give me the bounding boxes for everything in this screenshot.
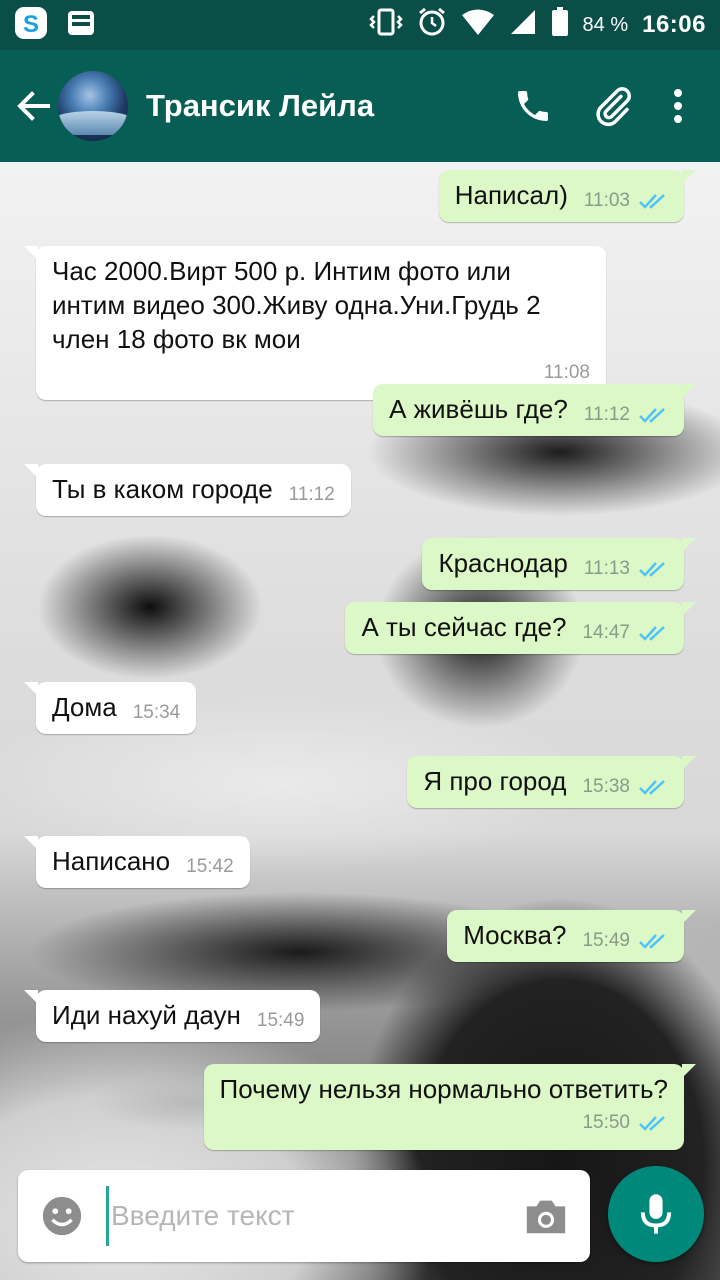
back-button[interactable]: [4, 71, 64, 141]
battery-percent: 84 %: [582, 13, 629, 36]
message-bubble-incoming[interactable]: Иди нахуй даун 15:49: [23, 990, 321, 1042]
message-input[interactable]: [106, 1186, 516, 1246]
message-time: 14:47: [582, 622, 630, 643]
message-composer: [18, 1170, 590, 1262]
inbox-notification-icon: [66, 8, 96, 43]
message-time: 15:49: [256, 1010, 305, 1031]
message-bubble-outgoing[interactable]: Краснодар 11:13: [422, 538, 696, 590]
message-time: 11:12: [288, 484, 335, 505]
message-time: 15:38: [582, 776, 630, 797]
message-text: Ты в каком городе: [52, 474, 273, 504]
message-bubble-incoming[interactable]: Ты в каком городе 11:12: [24, 464, 351, 516]
message-text: А ты сейчас где?: [361, 612, 567, 642]
camera-icon: [526, 1200, 566, 1234]
message-time: 15:42: [186, 856, 234, 877]
status-bar: S 84 % 16:06: [0, 0, 720, 50]
message-bubble-incoming[interactable]: Час 2000.Вирт 500 р. Интим фото или инти…: [24, 246, 606, 400]
vibrate-icon: [368, 8, 403, 42]
message-time: 15:50: [582, 1112, 630, 1133]
contact-name[interactable]: Трансик Лейла: [146, 88, 498, 124]
voice-record-button[interactable]: [608, 1166, 704, 1262]
message-text: Час 2000.Вирт 500 р. Интим фото или инти…: [52, 256, 541, 354]
message-bubble-outgoing[interactable]: А ты сейчас где? 14:47: [345, 602, 696, 654]
more-options-button[interactable]: [658, 71, 698, 141]
camera-button[interactable]: [516, 1186, 576, 1246]
arrow-left-icon: [17, 91, 50, 121]
message-text: А живёшь где?: [389, 394, 568, 424]
contact-avatar[interactable]: [58, 71, 128, 141]
cell-signal-icon: [509, 8, 537, 42]
call-button[interactable]: [498, 71, 568, 141]
message-text: Я про город: [423, 766, 567, 796]
more-vert-icon: [674, 89, 682, 123]
message-bubble-outgoing[interactable]: Написал) 11:03: [438, 170, 697, 222]
double-check-icon: [639, 1116, 665, 1131]
emoji-button[interactable]: [32, 1186, 92, 1246]
message-text: Москва?: [463, 920, 567, 950]
chat-toolbar: Трансик Лейла: [0, 50, 720, 162]
skype-notification-icon: S: [14, 6, 48, 45]
svg-text:S: S: [23, 11, 39, 38]
message-time: 11:12: [583, 404, 630, 425]
message-bubble-outgoing[interactable]: А живёшь где? 11:12: [373, 384, 696, 436]
microphone-icon: [640, 1194, 672, 1234]
message-time: 15:49: [582, 930, 630, 951]
message-bubble-incoming[interactable]: Написано 15:42: [24, 836, 250, 888]
message-bubble-outgoing[interactable]: Я про город 15:38: [407, 756, 696, 808]
message-text: Дома: [52, 692, 117, 722]
paperclip-icon: [596, 87, 631, 127]
message-text: Написано: [52, 846, 171, 876]
message-text: Краснодар: [438, 548, 568, 578]
message-bubble-outgoing[interactable]: Москва? 15:49: [447, 910, 696, 962]
message-text: Написал): [454, 180, 568, 210]
message-time: 11:13: [583, 558, 630, 579]
message-time: 11:03: [583, 190, 630, 211]
wifi-icon: [461, 8, 495, 42]
message-bubble-incoming[interactable]: Дома 15:34: [23, 682, 197, 734]
message-text: Почему нельзя нормально ответить?: [219, 1074, 669, 1104]
message-text: Иди нахуй даун: [52, 1000, 241, 1030]
clock-time: 16:06: [642, 11, 706, 38]
message-time: 15:34: [132, 702, 181, 723]
message-list[interactable]: Написал) 11:03 Час 2000.Вирт 500 р. Интим…: [0, 162, 720, 1162]
double-check-icon: [639, 780, 665, 795]
smiley-icon: [42, 1196, 82, 1236]
double-check-icon: [639, 934, 665, 949]
double-check-icon: [639, 194, 665, 209]
alarm-icon: [417, 7, 447, 43]
phone-icon: [518, 91, 548, 121]
battery-icon: [551, 7, 569, 43]
message-bubble-outgoing[interactable]: Почему нельзя нормально ответить? 15:50: [203, 1064, 696, 1150]
double-check-icon: [639, 408, 665, 423]
double-check-icon: [639, 562, 665, 577]
double-check-icon: [639, 626, 665, 641]
attach-button[interactable]: [578, 71, 648, 141]
